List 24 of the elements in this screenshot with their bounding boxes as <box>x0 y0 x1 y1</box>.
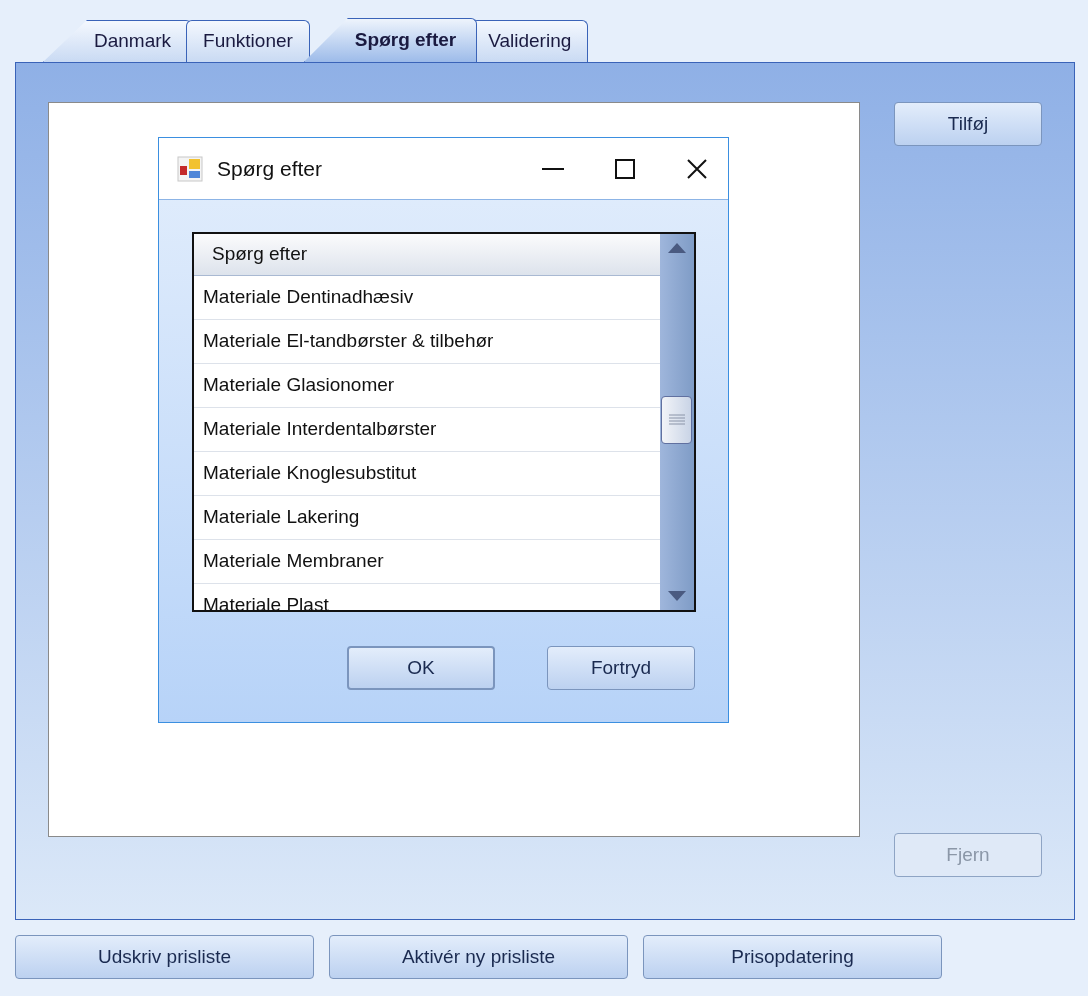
close-icon[interactable] <box>686 157 708 180</box>
list-row[interactable]: Materiale El-tandbørster & tilbehør <box>194 320 660 364</box>
app-icon <box>177 155 203 182</box>
list-row[interactable]: Materiale Lakering <box>194 496 660 540</box>
scroll-thumb[interactable] <box>661 396 692 444</box>
scrollbar[interactable] <box>660 234 694 610</box>
list-row[interactable]: Materiale Knoglesubstitut <box>194 452 660 496</box>
list-row[interactable]: Materiale Interdentalbørster <box>194 408 660 452</box>
scroll-down-icon[interactable] <box>667 590 687 602</box>
scroll-up-icon[interactable] <box>667 242 687 254</box>
list-row[interactable]: Materiale Membraner <box>194 540 660 584</box>
maximize-icon[interactable] <box>614 157 636 180</box>
button[interactable]: Aktivér ny prisliste <box>329 935 628 979</box>
button[interactable]: Fortryd <box>547 646 695 690</box>
list-row[interactable]: Materiale Dentinadhæsiv <box>194 276 660 320</box>
tab[interactable]: Spørg efter <box>303 18 478 62</box>
column-header[interactable]: Spørg efter <box>194 234 660 276</box>
button[interactable]: Prisopdatering <box>643 935 942 979</box>
button[interactable]: Tilføj <box>894 102 1042 146</box>
list-row[interactable]: Materiale Glasionomer <box>194 364 660 408</box>
dialog-title: Spørg efter <box>217 155 323 182</box>
button[interactable]: Udskriv prisliste <box>15 935 314 979</box>
tab[interactable]: Funktioner <box>186 20 310 62</box>
button[interactable]: OK <box>347 646 495 690</box>
